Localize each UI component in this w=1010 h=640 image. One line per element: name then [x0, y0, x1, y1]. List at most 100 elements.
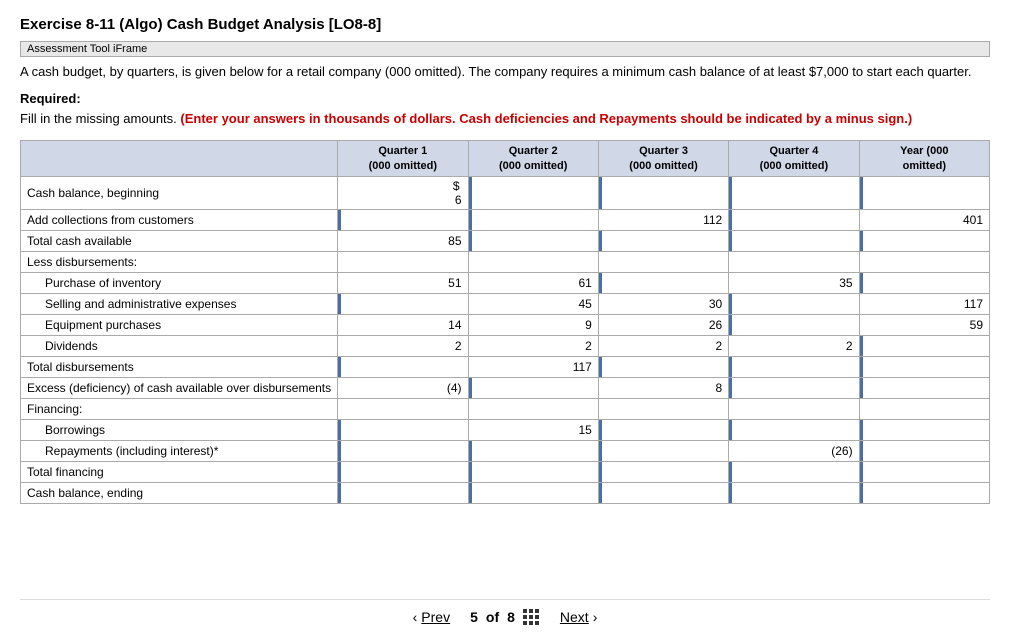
- grid-icon[interactable]: [523, 608, 540, 626]
- input-indicator: [729, 483, 735, 503]
- cell-year[interactable]: [859, 176, 989, 209]
- cell-q1[interactable]: [338, 293, 468, 314]
- input-q4[interactable]: [735, 234, 852, 248]
- cell-q1[interactable]: [338, 419, 468, 440]
- input-q4[interactable]: [735, 318, 852, 332]
- cell-q3[interactable]: [598, 482, 728, 503]
- input-q2[interactable]: [475, 186, 592, 200]
- cell-q1[interactable]: [338, 461, 468, 482]
- input-q1[interactable]: [344, 444, 461, 458]
- input-q3[interactable]: [605, 423, 722, 437]
- input-q3[interactable]: [605, 186, 722, 200]
- cell-year[interactable]: [859, 377, 989, 398]
- input-q2[interactable]: [475, 234, 592, 248]
- cell-q2: 61: [468, 272, 598, 293]
- cell-q3[interactable]: [598, 440, 728, 461]
- input-q3[interactable]: [605, 360, 722, 374]
- input-q1[interactable]: [344, 486, 461, 500]
- cell-q2[interactable]: [468, 461, 598, 482]
- input-indicator: [729, 177, 735, 209]
- cell-q1[interactable]: [338, 209, 468, 230]
- cell-q2[interactable]: [468, 482, 598, 503]
- cell-value: 35: [735, 276, 852, 290]
- input-q1[interactable]: [344, 213, 461, 227]
- cell-q2[interactable]: [468, 209, 598, 230]
- cell-q3[interactable]: [598, 461, 728, 482]
- cell-q4[interactable]: [729, 482, 859, 503]
- input-q4[interactable]: [735, 360, 852, 374]
- input-q2[interactable]: [475, 444, 592, 458]
- cell-q4[interactable]: [729, 176, 859, 209]
- input-year[interactable]: [866, 465, 983, 479]
- cell-q2: [468, 251, 598, 272]
- input-year[interactable]: [866, 381, 983, 395]
- cell-q3[interactable]: [598, 230, 728, 251]
- input-q1[interactable]: [344, 423, 461, 437]
- input-year[interactable]: [866, 276, 983, 290]
- input-q2[interactable]: [475, 381, 592, 395]
- input-q4[interactable]: [735, 213, 852, 227]
- cell-q4[interactable]: [729, 461, 859, 482]
- cell-year[interactable]: [859, 440, 989, 461]
- cell-q1[interactable]: [338, 440, 468, 461]
- pagination-footer: ‹ Prev 5 of 8 Next ›: [20, 599, 990, 630]
- cell-year[interactable]: [859, 356, 989, 377]
- input-year[interactable]: [866, 360, 983, 374]
- cell-q4[interactable]: [729, 356, 859, 377]
- cell-year[interactable]: [859, 461, 989, 482]
- input-q3[interactable]: [605, 444, 722, 458]
- cell-value: 85: [344, 234, 461, 248]
- cell-q3: [598, 398, 728, 419]
- input-year[interactable]: [866, 444, 983, 458]
- cell-year[interactable]: [859, 419, 989, 440]
- cell-q1[interactable]: [338, 482, 468, 503]
- input-year[interactable]: [866, 486, 983, 500]
- cell-q4[interactable]: [729, 230, 859, 251]
- input-q3[interactable]: [605, 234, 722, 248]
- next-button[interactable]: Next ›: [560, 609, 597, 625]
- input-q4[interactable]: [735, 486, 852, 500]
- input-q2[interactable]: [475, 213, 592, 227]
- input-q4[interactable]: [735, 297, 852, 311]
- input-q2[interactable]: [475, 465, 592, 479]
- cell-q3[interactable]: [598, 419, 728, 440]
- input-year[interactable]: [866, 423, 983, 437]
- cell-year[interactable]: [859, 335, 989, 356]
- cell-q1[interactable]: [338, 356, 468, 377]
- input-q1[interactable]: [344, 360, 461, 374]
- cell-q2[interactable]: [468, 230, 598, 251]
- cell-q4[interactable]: [729, 209, 859, 230]
- cell-q3[interactable]: [598, 176, 728, 209]
- cell-q3[interactable]: [598, 356, 728, 377]
- input-q3[interactable]: [605, 276, 722, 290]
- input-indicator: [860, 336, 866, 356]
- input-year[interactable]: [866, 186, 983, 200]
- input-year[interactable]: [866, 339, 983, 353]
- cell-year[interactable]: [859, 230, 989, 251]
- cell-q2[interactable]: [468, 440, 598, 461]
- input-q3[interactable]: [605, 486, 722, 500]
- input-q1[interactable]: [344, 465, 461, 479]
- cell-year[interactable]: [859, 482, 989, 503]
- cell-q2[interactable]: [468, 176, 598, 209]
- cell-year[interactable]: [859, 272, 989, 293]
- input-year[interactable]: [866, 234, 983, 248]
- prev-button[interactable]: ‹ Prev: [413, 609, 450, 625]
- input-q4[interactable]: [735, 381, 852, 395]
- input-q4[interactable]: [735, 186, 852, 200]
- cell-q1: [338, 251, 468, 272]
- input-q4[interactable]: [735, 423, 852, 437]
- input-q1[interactable]: [344, 297, 461, 311]
- cell-year: [859, 251, 989, 272]
- input-q4[interactable]: [735, 465, 852, 479]
- cell-q4[interactable]: [729, 419, 859, 440]
- cell-q4[interactable]: [729, 314, 859, 335]
- input-q3[interactable]: [605, 465, 722, 479]
- cell-q3[interactable]: [598, 272, 728, 293]
- cell-q2[interactable]: [468, 377, 598, 398]
- cell-q4: [729, 251, 859, 272]
- row-label: Cash balance, ending: [21, 482, 338, 503]
- cell-q4[interactable]: [729, 377, 859, 398]
- cell-q4[interactable]: [729, 293, 859, 314]
- input-q2[interactable]: [475, 486, 592, 500]
